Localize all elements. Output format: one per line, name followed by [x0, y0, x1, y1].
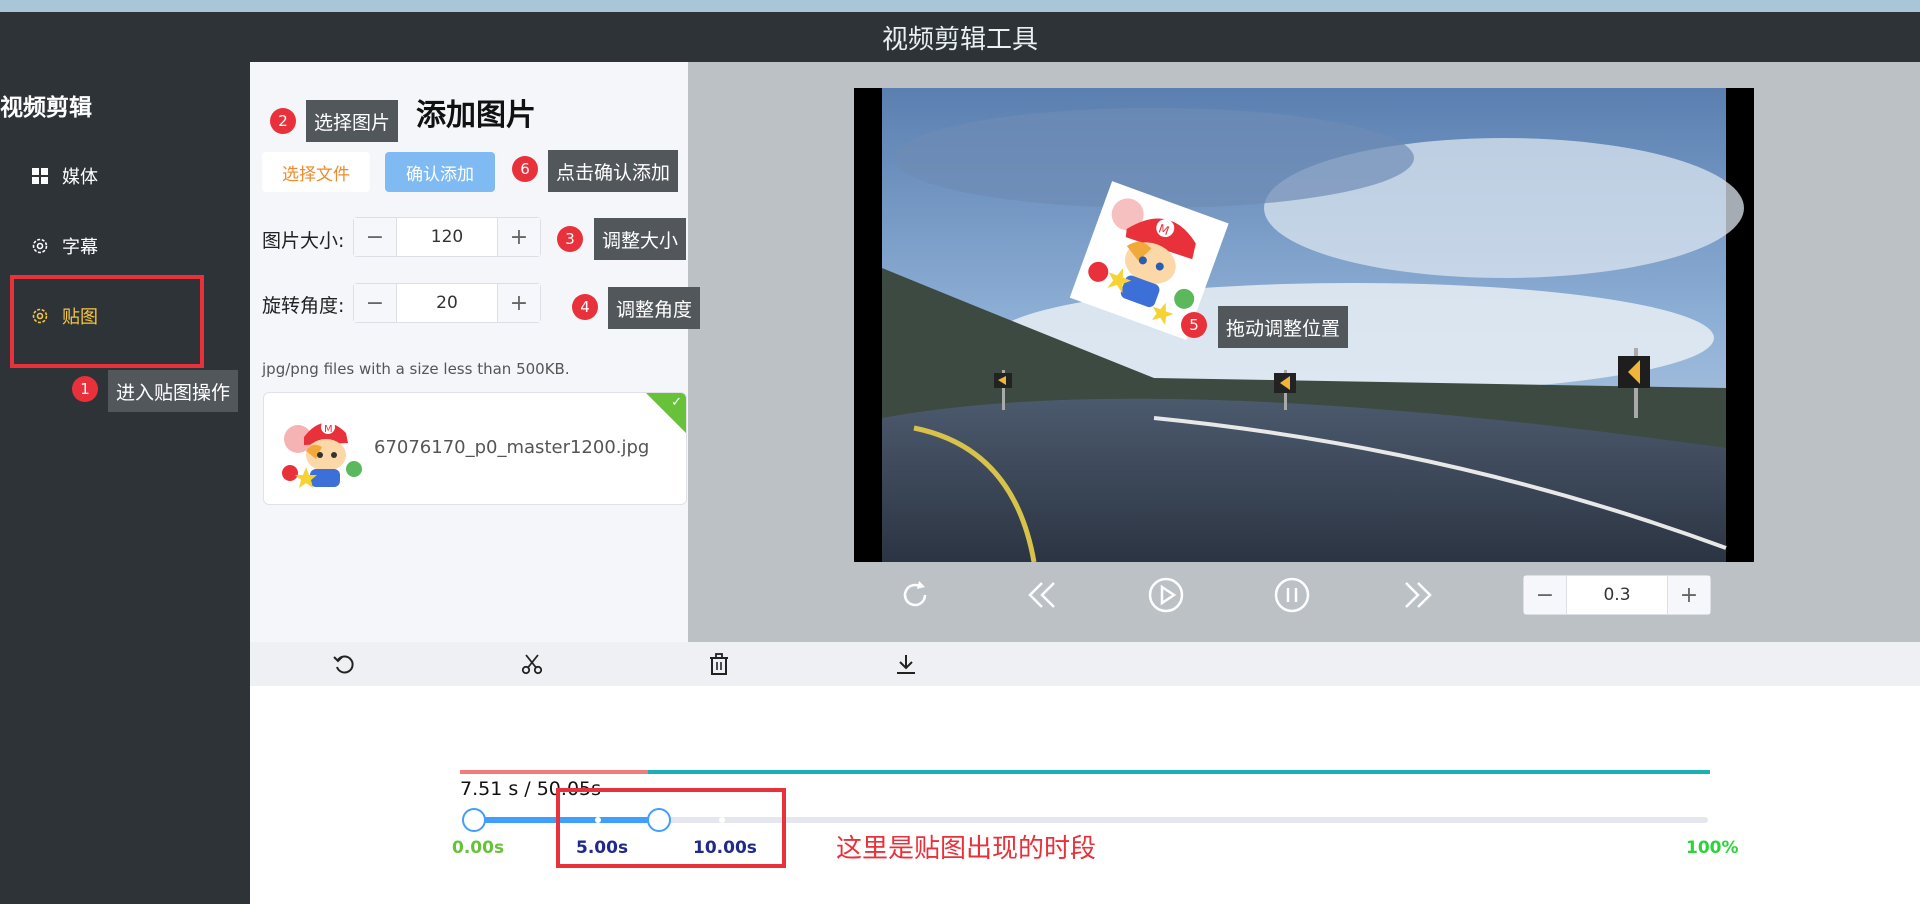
sidebar: 视频剪辑 媒体 字幕 贴图 [0, 62, 250, 904]
sticker-panel [250, 62, 688, 642]
rewind-icon[interactable] [1022, 575, 1062, 615]
size-label: 图片大小: [262, 230, 345, 252]
sidebar-item-subtitles[interactable]: 字幕 [30, 233, 98, 259]
annotation-number: 1 [72, 376, 98, 402]
size-stepper[interactable]: − 120 + [353, 217, 541, 257]
timeline-end-label: 100% [1686, 838, 1739, 858]
sidebar-item-label: 字幕 [62, 237, 98, 258]
sidebar-brand: 视频剪辑 [0, 95, 92, 121]
forward-icon[interactable] [1398, 575, 1438, 615]
confirm-add-button[interactable]: 确认添加 [385, 152, 495, 192]
file-name: 67076170_p0_master1200.jpg [374, 437, 650, 458]
trash-icon[interactable] [707, 652, 731, 676]
play-icon[interactable] [1146, 575, 1186, 615]
upload-hint: jpg/png files with a size less than 500K… [262, 360, 570, 378]
plus-icon[interactable]: + [1668, 576, 1710, 614]
rotation-value[interactable]: 20 [396, 284, 498, 322]
playback-progress-fill [460, 770, 648, 774]
speed-stepper[interactable]: − 0.3 + [1523, 575, 1711, 615]
annotation-tooltip: 点击确认添加 [548, 150, 679, 192]
highlight-box-sticker-nav [10, 275, 204, 368]
playback-progress-bar[interactable] [460, 770, 1710, 774]
speed-value[interactable]: 0.3 [1566, 576, 1668, 614]
plus-icon[interactable]: + [498, 284, 540, 322]
grid-icon [32, 168, 48, 184]
annotation-number: 6 [512, 156, 538, 182]
rotation-stepper[interactable]: − 20 + [353, 283, 541, 323]
check-icon: ✓ [671, 395, 682, 410]
plus-icon[interactable]: + [498, 218, 540, 256]
rotation-label: 旋转角度: [262, 295, 345, 317]
annotation-tooltip: 进入贴图操作 [108, 370, 239, 412]
annotation-tooltip: 拖动调整位置 [1218, 306, 1349, 348]
timeline-start-label: 0.00s [452, 838, 505, 858]
select-file-button[interactable]: 选择文件 [262, 152, 370, 192]
annotation-number: 4 [572, 294, 598, 320]
edit-toolbar [250, 642, 1920, 686]
range-start-handle[interactable] [462, 808, 486, 832]
annotation-number: 3 [557, 226, 583, 252]
window-top-strip [0, 0, 1920, 12]
annotation-note: 这里是贴图出现的时段 [836, 834, 1097, 864]
minus-icon[interactable]: − [354, 218, 396, 256]
minus-icon[interactable]: − [354, 284, 396, 322]
minus-icon[interactable]: − [1524, 576, 1566, 614]
annotation-tooltip: 调整大小 [594, 218, 687, 260]
scissors-icon[interactable] [520, 652, 544, 676]
app-title: 视频剪辑工具 [881, 24, 1038, 55]
annotation-tooltip: 选择图片 [306, 100, 399, 142]
gear-icon [32, 238, 48, 254]
upload-success-badge: ✓ [646, 393, 686, 433]
annotation-number: 5 [1181, 312, 1207, 338]
sidebar-item-media[interactable]: 媒体 [30, 163, 98, 189]
uploaded-file-card[interactable]: M 67076170_p0_master1200.jpg ✓ [263, 392, 687, 505]
app-header: 视频剪辑工具 [0, 12, 1920, 62]
download-icon[interactable] [894, 652, 918, 676]
annotation-number: 2 [270, 108, 296, 134]
sticker-thumbnail: M [282, 420, 362, 488]
annotation-tooltip: 调整角度 [608, 287, 701, 329]
refresh-icon[interactable] [895, 575, 935, 615]
pause-icon[interactable] [1272, 575, 1312, 615]
size-value[interactable]: 120 [396, 218, 498, 256]
panel-title: 添加图片 [416, 98, 536, 133]
sidebar-item-label: 媒体 [62, 167, 98, 188]
highlight-box-time-range [556, 788, 786, 868]
svg-text:M: M [324, 424, 333, 435]
undo-icon[interactable] [332, 652, 356, 676]
